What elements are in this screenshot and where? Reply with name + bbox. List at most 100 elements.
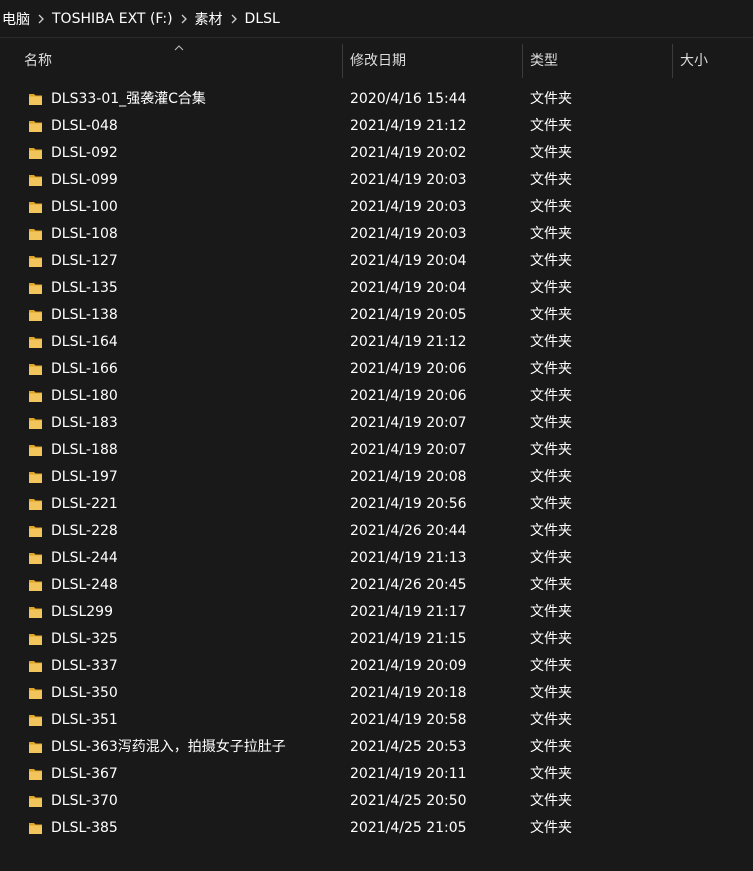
file-row[interactable]: DLSL-108 2021/4/19 20:03 文件夹 [0, 221, 753, 248]
file-row[interactable]: DLSL-221 2021/4/19 20:56 文件夹 [0, 491, 753, 518]
file-type: 文件夹 [530, 550, 572, 566]
file-row[interactable]: DLS33-01_强袭灌C合集 2020/4/16 15:44 文件夹 [0, 86, 753, 113]
file-date-modified: 2021/4/19 20:03 [350, 226, 467, 242]
file-date-modified: 2021/4/19 20:02 [350, 145, 467, 161]
folder-icon [29, 229, 42, 240]
column-header-row: 名称 修改日期 类型 大小 [0, 44, 753, 78]
file-row[interactable]: DLSL-367 2021/4/19 20:11 文件夹 [0, 761, 753, 788]
breadcrumb-item-current[interactable]: DLSL [243, 11, 282, 27]
file-name: DLSL-363泻药混入，拍摄女子拉肚子 [51, 739, 286, 755]
file-name: DLSL-248 [51, 577, 118, 593]
folder-icon [29, 283, 42, 294]
file-name: DLSL-385 [51, 820, 118, 836]
file-date-modified: 2021/4/19 20:04 [350, 280, 467, 296]
file-name: DLS33-01_强袭灌C合集 [51, 91, 206, 107]
column-header-type[interactable]: 类型 [530, 44, 672, 78]
file-row[interactable]: DLSL-197 2021/4/19 20:08 文件夹 [0, 464, 753, 491]
breadcrumb-item-folder[interactable]: 素材 [193, 9, 225, 29]
chevron-right-icon[interactable] [175, 11, 193, 27]
column-divider[interactable] [342, 44, 343, 78]
file-row[interactable]: DLSL-092 2021/4/19 20:02 文件夹 [0, 140, 753, 167]
file-type: 文件夹 [530, 415, 572, 431]
folder-icon [29, 256, 42, 267]
file-row[interactable]: DLSL-127 2021/4/19 20:04 文件夹 [0, 248, 753, 275]
file-name: DLSL-370 [51, 793, 118, 809]
file-type: 文件夹 [530, 361, 572, 377]
folder-icon [29, 391, 42, 402]
file-type: 文件夹 [530, 253, 572, 269]
column-header-size[interactable]: 大小 [680, 44, 753, 78]
file-date-modified: 2021/4/19 21:12 [350, 334, 467, 350]
file-row[interactable]: DLSL-350 2021/4/19 20:18 文件夹 [0, 680, 753, 707]
file-row[interactable]: DLSL-351 2021/4/19 20:58 文件夹 [0, 707, 753, 734]
file-row[interactable]: DLSL-188 2021/4/19 20:07 文件夹 [0, 437, 753, 464]
folder-icon [29, 580, 42, 591]
file-row[interactable]: DLSL-135 2021/4/19 20:04 文件夹 [0, 275, 753, 302]
column-header-date[interactable]: 修改日期 [350, 44, 522, 78]
file-type: 文件夹 [530, 523, 572, 539]
column-divider[interactable] [672, 44, 673, 78]
file-row[interactable]: DLSL-138 2021/4/19 20:05 文件夹 [0, 302, 753, 329]
file-name: DLSL-183 [51, 415, 118, 431]
file-row[interactable]: DLSL-363泻药混入，拍摄女子拉肚子 2021/4/25 20:53 文件夹 [0, 734, 753, 761]
file-row[interactable]: DLSL-325 2021/4/19 21:15 文件夹 [0, 626, 753, 653]
file-row[interactable]: DLSL-385 2021/4/25 21:05 文件夹 [0, 815, 753, 842]
file-row[interactable]: DLSL-337 2021/4/19 20:09 文件夹 [0, 653, 753, 680]
chevron-right-icon[interactable] [225, 11, 243, 27]
breadcrumb-item-computer[interactable]: 电脑 [0, 9, 32, 29]
file-name: DLSL-350 [51, 685, 118, 701]
file-row[interactable]: DLSL-164 2021/4/19 21:12 文件夹 [0, 329, 753, 356]
file-row[interactable]: DLSL-244 2021/4/19 21:13 文件夹 [0, 545, 753, 572]
file-name: DLSL-138 [51, 307, 118, 323]
folder-icon [29, 796, 42, 807]
file-type: 文件夹 [530, 658, 572, 674]
column-header-name[interactable]: 名称 [24, 44, 342, 78]
folder-icon [29, 553, 42, 564]
file-date-modified: 2021/4/19 20:08 [350, 469, 467, 485]
folder-icon [29, 337, 42, 348]
file-date-modified: 2021/4/26 20:45 [350, 577, 467, 593]
file-name: DLSL-164 [51, 334, 118, 350]
folder-icon [29, 499, 42, 510]
folder-icon [29, 175, 42, 186]
file-date-modified: 2021/4/19 20:07 [350, 442, 467, 458]
file-type: 文件夹 [530, 604, 572, 620]
file-row[interactable]: DLSL-248 2021/4/26 20:45 文件夹 [0, 572, 753, 599]
file-name: DLSL-325 [51, 631, 118, 647]
file-name: DLSL-166 [51, 361, 118, 377]
file-name: DLSL299 [51, 604, 113, 620]
file-type: 文件夹 [530, 226, 572, 242]
file-type: 文件夹 [530, 496, 572, 512]
file-date-modified: 2020/4/16 15:44 [350, 91, 467, 107]
file-date-modified: 2021/4/25 20:50 [350, 793, 467, 809]
file-row[interactable]: DLSL299 2021/4/19 21:17 文件夹 [0, 599, 753, 626]
folder-icon [29, 364, 42, 375]
file-type: 文件夹 [530, 91, 572, 107]
file-name: DLSL-228 [51, 523, 118, 539]
file-list: DLS33-01_强袭灌C合集 2020/4/16 15:44 文件夹 DLSL… [0, 86, 753, 842]
file-type: 文件夹 [530, 820, 572, 836]
folder-icon [29, 715, 42, 726]
file-row[interactable]: DLSL-099 2021/4/19 20:03 文件夹 [0, 167, 753, 194]
file-date-modified: 2021/4/19 20:06 [350, 361, 467, 377]
file-row[interactable]: DLSL-100 2021/4/19 20:03 文件夹 [0, 194, 753, 221]
file-type: 文件夹 [530, 577, 572, 593]
breadcrumb-item-drive[interactable]: TOSHIBA EXT (F:) [50, 11, 175, 27]
file-row[interactable]: DLSL-228 2021/4/26 20:44 文件夹 [0, 518, 753, 545]
folder-icon [29, 121, 42, 132]
folder-icon [29, 148, 42, 159]
file-name: DLSL-221 [51, 496, 118, 512]
file-date-modified: 2021/4/19 20:03 [350, 199, 467, 215]
file-name: DLSL-100 [51, 199, 118, 215]
chevron-right-icon[interactable] [32, 11, 50, 27]
folder-icon [29, 526, 42, 537]
file-row[interactable]: DLSL-370 2021/4/25 20:50 文件夹 [0, 788, 753, 815]
file-row[interactable]: DLSL-048 2021/4/19 21:12 文件夹 [0, 113, 753, 140]
file-date-modified: 2021/4/25 21:05 [350, 820, 467, 836]
file-row[interactable]: DLSL-180 2021/4/19 20:06 文件夹 [0, 383, 753, 410]
file-row[interactable]: DLSL-166 2021/4/19 20:06 文件夹 [0, 356, 753, 383]
file-type: 文件夹 [530, 793, 572, 809]
column-divider[interactable] [522, 44, 523, 78]
file-row[interactable]: DLSL-183 2021/4/19 20:07 文件夹 [0, 410, 753, 437]
file-name: DLSL-092 [51, 145, 118, 161]
